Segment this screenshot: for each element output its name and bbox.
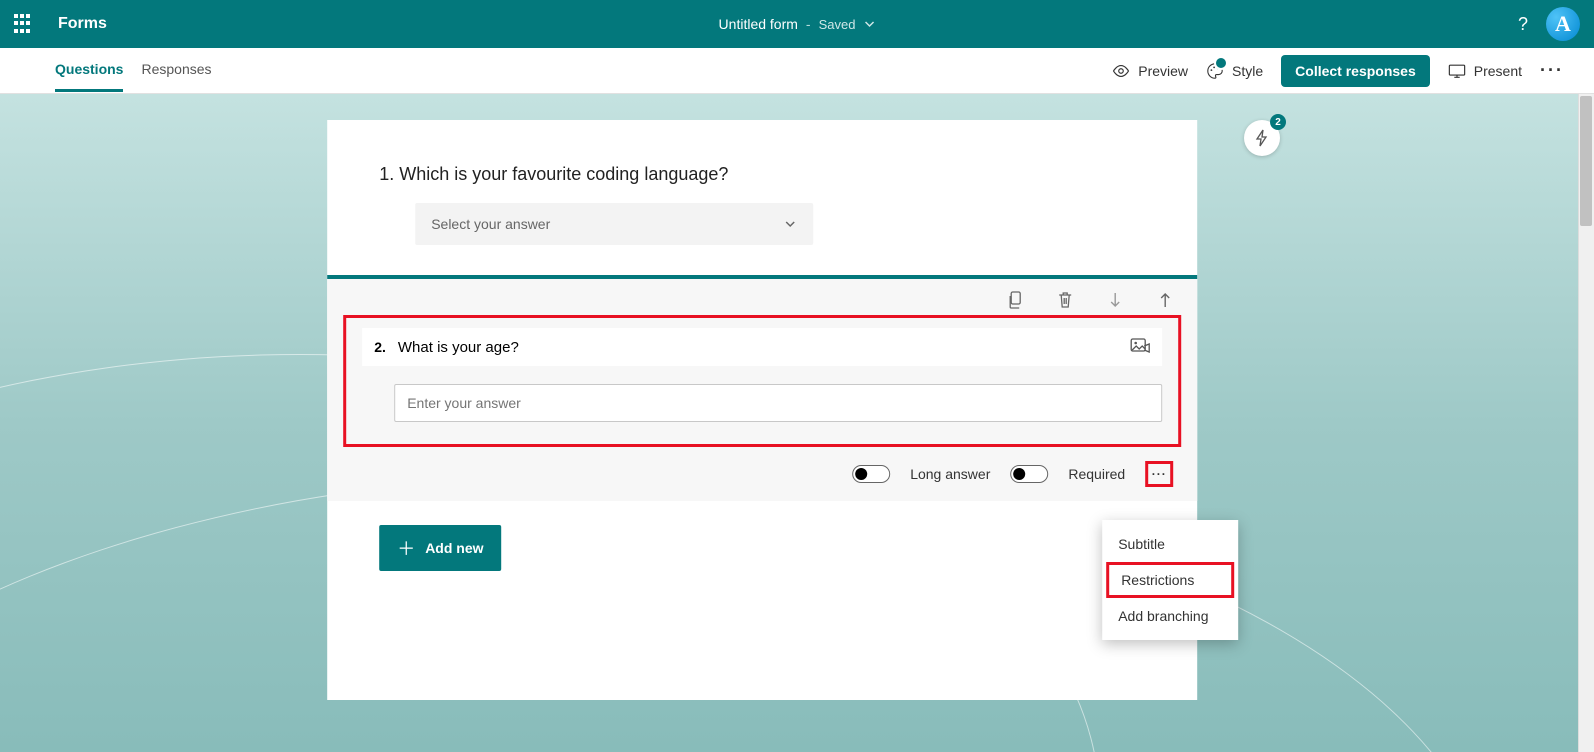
question-1: 1. Which is your favourite coding langua… bbox=[379, 164, 1145, 245]
style-button[interactable]: Style bbox=[1206, 62, 1263, 80]
palette-icon bbox=[1206, 62, 1224, 80]
add-new-label: Add new bbox=[425, 540, 483, 556]
move-down-icon[interactable] bbox=[1105, 291, 1125, 309]
chevron-down-icon bbox=[783, 217, 797, 231]
copy-icon[interactable] bbox=[1005, 291, 1025, 309]
collect-label: Collect responses bbox=[1295, 63, 1416, 79]
preview-label: Preview bbox=[1138, 63, 1188, 79]
question-actions bbox=[343, 279, 1181, 315]
tab-questions[interactable]: Questions bbox=[55, 49, 123, 92]
question-2-header[interactable]: 2. What is your age? bbox=[362, 328, 1162, 366]
dropdown-placeholder: Select your answer bbox=[431, 216, 550, 232]
toolbar: Questions Responses Preview Style Collec… bbox=[0, 48, 1594, 94]
app-header: Forms Untitled form - Saved ? A bbox=[0, 0, 1594, 48]
required-label: Required bbox=[1068, 466, 1125, 482]
collect-responses-button[interactable]: Collect responses bbox=[1281, 55, 1430, 87]
form-card: 1. Which is your favourite coding langua… bbox=[327, 120, 1197, 700]
canvas-background: 2 1. Which is your favourite coding lang… bbox=[0, 94, 1594, 752]
document-title: Untitled form bbox=[719, 16, 798, 32]
suggestions-button[interactable]: 2 bbox=[1244, 120, 1280, 156]
question-1-dropdown[interactable]: Select your answer bbox=[415, 203, 813, 245]
scrollbar[interactable] bbox=[1578, 94, 1594, 752]
document-title-group[interactable]: Untitled form - Saved bbox=[719, 16, 876, 32]
question-more-menu: Subtitle Restrictions Add branching bbox=[1102, 520, 1238, 640]
delete-icon[interactable] bbox=[1055, 291, 1075, 309]
menu-subtitle[interactable]: Subtitle bbox=[1102, 526, 1238, 562]
long-answer-toggle[interactable] bbox=[852, 465, 890, 483]
question-2-text[interactable]: What is your age? bbox=[398, 339, 1118, 356]
present-icon bbox=[1448, 62, 1466, 80]
eye-icon bbox=[1112, 62, 1130, 80]
question-2-highlight: 2. What is your age? bbox=[343, 315, 1181, 447]
long-answer-label: Long answer bbox=[910, 466, 990, 482]
app-name[interactable]: Forms bbox=[58, 15, 107, 33]
question-more-button[interactable]: ··· bbox=[1145, 461, 1173, 487]
required-toggle[interactable] bbox=[1010, 465, 1048, 483]
move-up-icon[interactable] bbox=[1155, 291, 1175, 309]
lightning-icon bbox=[1254, 129, 1270, 147]
app-launcher-icon[interactable] bbox=[14, 14, 34, 34]
more-options-icon[interactable]: ··· bbox=[1540, 60, 1564, 81]
question-2-editor: 2. What is your age? Long answer Require… bbox=[327, 275, 1197, 501]
plus-icon: ＋ bbox=[397, 535, 415, 561]
suggestions-count: 2 bbox=[1270, 114, 1286, 130]
help-icon[interactable]: ? bbox=[1518, 14, 1528, 35]
add-new-button[interactable]: ＋ Add new bbox=[379, 525, 501, 571]
style-notification-badge bbox=[1214, 56, 1228, 70]
question-1-title[interactable]: 1. Which is your favourite coding langua… bbox=[379, 164, 1145, 185]
question-2-footer: Long answer Required ··· bbox=[343, 447, 1181, 501]
question-2-answer-field bbox=[394, 384, 1162, 422]
menu-add-branching[interactable]: Add branching bbox=[1102, 598, 1238, 634]
menu-restrictions[interactable]: Restrictions bbox=[1106, 562, 1234, 598]
save-status: Saved bbox=[819, 17, 856, 32]
answer-input[interactable] bbox=[394, 384, 1162, 422]
chevron-down-icon[interactable] bbox=[863, 18, 875, 30]
present-label: Present bbox=[1474, 63, 1522, 79]
style-label: Style bbox=[1232, 63, 1263, 79]
preview-button[interactable]: Preview bbox=[1112, 62, 1188, 80]
question-2-number: 2. bbox=[374, 339, 386, 355]
user-avatar[interactable]: A bbox=[1546, 7, 1580, 41]
tab-responses[interactable]: Responses bbox=[141, 49, 211, 92]
scrollbar-thumb[interactable] bbox=[1580, 96, 1592, 226]
title-separator: - bbox=[806, 16, 811, 32]
insert-media-icon[interactable] bbox=[1130, 338, 1150, 356]
present-button[interactable]: Present bbox=[1448, 62, 1522, 80]
